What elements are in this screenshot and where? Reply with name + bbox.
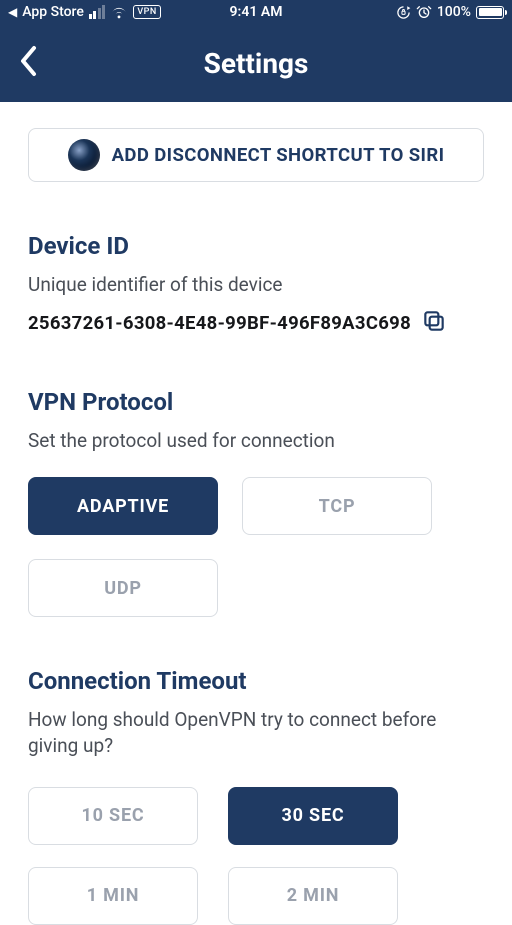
wifi-icon	[110, 6, 128, 19]
cellular-signal-icon	[89, 5, 106, 19]
protocol-option-label: TCP	[319, 496, 356, 517]
copy-device-id-button[interactable]	[421, 308, 447, 338]
timeout-option-label: 30 SEC	[282, 805, 345, 826]
timeout-option-label: 1 MIN	[87, 885, 140, 906]
protocol-option-label: ADAPTIVE	[77, 496, 169, 517]
vpn-protocol-title: VPN Protocol	[28, 388, 484, 416]
chevron-left-icon	[18, 44, 40, 78]
protocol-option-tcp[interactable]: TCP	[242, 477, 432, 535]
timeout-option-label: 10 SEC	[82, 805, 145, 826]
timeout-option-10-sec[interactable]: 10 SEC	[28, 787, 198, 845]
timeout-option-label: 2 MIN	[287, 885, 340, 906]
protocol-option-udp[interactable]: UDP	[28, 559, 218, 617]
protocol-option-label: UDP	[104, 578, 142, 599]
orientation-lock-icon	[396, 5, 411, 20]
protocol-option-adaptive[interactable]: ADAPTIVE	[28, 477, 218, 535]
device-id-value: 25637261-6308-4E48-99BF-496F89A3C698	[28, 312, 411, 334]
connection-timeout-section: Connection Timeout How long should OpenV…	[28, 667, 484, 924]
device-id-section: Device ID Unique identifier of this devi…	[28, 232, 484, 338]
back-to-app-caret-icon[interactable]: ◀	[8, 5, 17, 19]
status-bar: ◀ App Store VPN 9:41 AM 100%	[0, 0, 512, 24]
back-to-app-label[interactable]: App Store	[22, 4, 84, 20]
siri-button-label: ADD DISCONNECT SHORTCUT TO SIRI	[112, 144, 445, 166]
page-title: Settings	[204, 47, 309, 80]
status-time: 9:41 AM	[230, 4, 283, 20]
timeout-option-2-min[interactable]: 2 MIN	[228, 867, 398, 925]
battery-percentage: 100%	[437, 4, 471, 20]
nav-bar: Settings	[0, 24, 512, 102]
add-siri-shortcut-button[interactable]: ADD DISCONNECT SHORTCUT TO SIRI	[28, 128, 484, 182]
vpn-protocol-desc: Set the protocol used for connection	[28, 428, 484, 454]
back-button[interactable]	[18, 44, 40, 82]
timeout-option-30-sec[interactable]: 30 SEC	[228, 787, 398, 845]
device-id-desc: Unique identifier of this device	[28, 272, 484, 298]
alarm-icon	[416, 4, 432, 20]
timeout-option-1-min[interactable]: 1 MIN	[28, 867, 198, 925]
copy-icon	[421, 308, 447, 334]
vpn-protocol-section: VPN Protocol Set the protocol used for c…	[28, 388, 484, 618]
connection-timeout-title: Connection Timeout	[28, 667, 484, 695]
siri-icon	[68, 139, 100, 171]
connection-timeout-desc: How long should OpenVPN try to connect b…	[28, 707, 484, 758]
battery-icon	[476, 6, 504, 19]
device-id-title: Device ID	[28, 232, 484, 260]
vpn-badge: VPN	[133, 5, 160, 19]
